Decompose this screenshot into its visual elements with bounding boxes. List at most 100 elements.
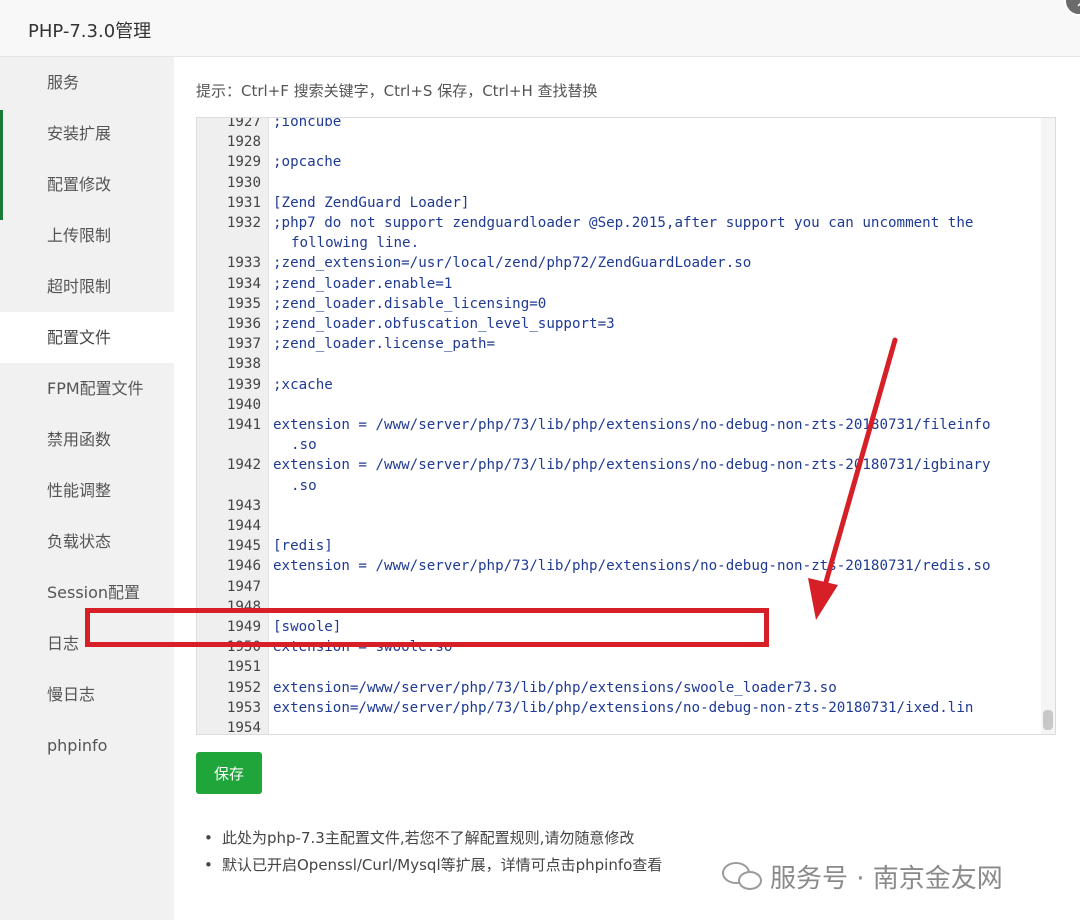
sidebar-item-install-extension[interactable]: 安装扩展 — [0, 108, 174, 159]
code-line: 1928 — [197, 132, 1037, 152]
line-number: 1938 — [226, 356, 261, 373]
code-line: 1946 extension = /www/server/php/73/lib/p… — [197, 556, 1037, 576]
line-number — [197, 233, 261, 253]
line-code: following line. — [291, 235, 420, 252]
line-number — [197, 435, 261, 455]
line-code: ;ioncube — [273, 117, 342, 130]
dialog-title-bar: PHP-7.3.0管理 — [0, 0, 1080, 57]
line-number: 1950 — [226, 639, 261, 656]
code-line: 1947 — [197, 577, 1037, 597]
watermark: 服务号 · 南京金友网 — [722, 858, 1003, 895]
code-line: 1949 [swoole] — [197, 617, 1037, 637]
line-code: .so — [291, 477, 317, 494]
code-line: 1936 ;zend_loader.obfuscation_level_suppo… — [197, 314, 1037, 334]
line-number: 1943 — [226, 497, 261, 514]
sidebar-item-log[interactable]: 日志 — [0, 618, 174, 669]
line-number: 1935 — [226, 295, 261, 312]
code-line: 1939 ;xcache — [197, 375, 1037, 395]
line-code: extension = /www/server/php/73/lib/php/e… — [273, 417, 991, 434]
line-number: 1941 — [226, 417, 261, 434]
code-line: 1930 — [197, 173, 1037, 193]
line-number: 1934 — [226, 275, 261, 292]
line-number: 1936 — [226, 316, 261, 333]
sidebar-item-timeout-limit[interactable]: 超时限制 — [0, 261, 174, 312]
line-code: ;zend_loader.license_path= — [273, 336, 496, 353]
sidebar-item-phpinfo[interactable]: phpinfo — [0, 720, 174, 771]
line-number: 1933 — [226, 255, 261, 272]
line-number: 1942 — [226, 457, 261, 474]
line-code: [swoole] — [273, 619, 342, 636]
code-lines: 1927 ;ioncube 1928 1929 ;opcache 1930 1931 [Zen… — [197, 117, 1037, 734]
code-line: following line. — [197, 233, 1037, 253]
code-line: 1950 extension = swoole.so — [197, 637, 1037, 657]
code-line: 1929 ;opcache — [197, 152, 1037, 172]
config-code-editor[interactable]: 1927 ;ioncube 1928 1929 ;opcache 1930 1931 [Zen… — [196, 117, 1056, 735]
line-number: 1929 — [226, 154, 261, 171]
code-line: 1937 ;zend_loader.license_path= — [197, 334, 1037, 354]
line-number: 1932 — [226, 215, 261, 232]
sidebar-item-session-config[interactable]: Session配置 — [0, 567, 174, 618]
watermark-text: 服务号 · 南京金友网 — [770, 864, 1003, 894]
sidebar-item-service[interactable]: 服务 — [0, 57, 174, 108]
sidebar-item-config-file[interactable]: 配置文件 — [0, 312, 174, 363]
note-item: 默认已开启Openssl/Curl/Mysql等扩展，详情可点击phpinfo查… — [204, 852, 662, 879]
sidebar: 服务 安装扩展 配置修改 上传限制 超时限制 配置文件 FPM配置文件 禁用函数… — [0, 57, 174, 920]
line-number: 1937 — [226, 336, 261, 353]
main-content: 提示：Ctrl+F 搜索关键字，Ctrl+S 保存，Ctrl+H 查找替换 19… — [174, 57, 1080, 920]
line-code: ;zend_loader.obfuscation_level_support=3 — [273, 316, 615, 333]
line-number: 1946 — [226, 558, 261, 575]
sidebar-item-disabled-functions[interactable]: 禁用函数 — [0, 414, 174, 465]
editor-scrollbar[interactable] — [1041, 118, 1055, 734]
line-number: 1931 — [226, 194, 261, 211]
sidebar-item-slow-log[interactable]: 慢日志 — [0, 669, 174, 720]
save-button[interactable]: 保存 — [196, 752, 262, 794]
scrollbar-thumb[interactable] — [1043, 710, 1053, 730]
sidebar-item-performance[interactable]: 性能调整 — [0, 465, 174, 516]
code-line: 1953 extension=/www/server/php/73/lib/php… — [197, 698, 1037, 718]
code-line: 1933 ;zend_extension=/usr/local/zend/php7… — [197, 253, 1037, 273]
background-edge — [0, 110, 3, 220]
code-line: 1932 ;php7 do not support zendguardloader… — [197, 213, 1037, 233]
code-line: 1927 ;ioncube — [197, 117, 1037, 132]
php-manager-dialog: PHP-7.3.0管理 服务 安装扩展 配置修改 上传限制 超时限制 配置文件 … — [0, 0, 1080, 920]
line-code: .so — [291, 437, 317, 454]
line-number: 1948 — [226, 598, 261, 615]
line-code: extension=/www/server/php/73/lib/php/ext… — [273, 679, 837, 696]
sidebar-item-load-status[interactable]: 负载状态 — [0, 516, 174, 567]
code-line: 1942 extension = /www/server/php/73/lib/p… — [197, 455, 1037, 475]
dialog-title: PHP-7.3.0管理 — [28, 21, 152, 42]
notes-list: 此处为php-7.3主配置文件,若您不了解配置规则,请勿随意修改 默认已开启Op… — [204, 825, 662, 879]
sidebar-item-config-modify[interactable]: 配置修改 — [0, 159, 174, 210]
code-line: 1931 [Zend ZendGuard Loader] — [197, 193, 1037, 213]
sidebar-item-fpm-config[interactable]: FPM配置文件 — [0, 363, 174, 414]
line-number: 1953 — [226, 699, 261, 716]
sidebar-item-upload-limit[interactable]: 上传限制 — [0, 210, 174, 261]
line-number: 1949 — [226, 619, 261, 636]
line-code: ;php7 do not support zendguardloader @Se… — [273, 215, 974, 232]
line-code: ;zend_loader.disable_licensing=0 — [273, 295, 547, 312]
code-line: 1948 — [197, 597, 1037, 617]
line-number: 1939 — [226, 376, 261, 393]
code-line: 1934 ;zend_loader.enable=1 — [197, 274, 1037, 294]
line-code: ;xcache — [273, 376, 333, 393]
line-code: ;opcache — [273, 154, 342, 171]
code-line: 1940 — [197, 395, 1037, 415]
wechat-icon — [722, 861, 764, 892]
code-line: 1941 extension = /www/server/php/73/lib/p… — [197, 415, 1037, 435]
line-number: 1952 — [226, 679, 261, 696]
shortcut-hint: 提示：Ctrl+F 搜索关键字，Ctrl+S 保存，Ctrl+H 查找替换 — [196, 82, 598, 100]
code-line: .so — [197, 476, 1037, 496]
code-line: 1943 — [197, 496, 1037, 516]
code-line: 1938 — [197, 354, 1037, 374]
line-number — [197, 476, 261, 496]
line-number: 1928 — [226, 134, 261, 151]
code-line: .so — [197, 435, 1037, 455]
